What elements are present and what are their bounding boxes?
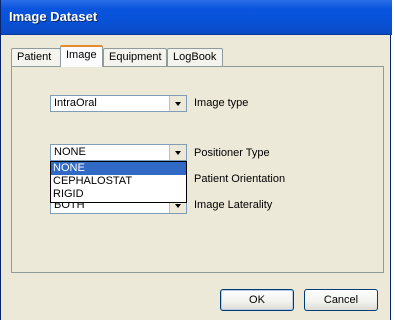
title-bar[interactable]: Image Dataset <box>1 0 392 35</box>
image-type-dropdown-button[interactable] <box>169 96 186 111</box>
positioner-type-dropdown-button[interactable] <box>169 145 186 160</box>
tab-equipment[interactable]: Equipment <box>103 48 167 66</box>
tab-image[interactable]: Image <box>60 45 103 67</box>
patient-orientation-label: Patient Orientation <box>194 173 286 185</box>
tab-patient[interactable]: Patient <box>11 48 61 66</box>
image-laterality-label: Image Laterality <box>194 199 273 211</box>
positioner-type-value: NONE <box>54 146 86 158</box>
ok-button[interactable]: OK <box>220 289 294 311</box>
tab-logbook[interactable]: LogBook <box>167 48 223 66</box>
image-type-label: Image type <box>194 97 249 109</box>
positioner-type-label: Positioner Type <box>194 147 270 159</box>
positioner-type-options: NONE CEPHALOSTAT RIGID <box>50 161 187 203</box>
image-type-select[interactable]: IntraOral <box>50 95 187 112</box>
chevron-down-icon <box>175 150 181 155</box>
option-cephalostat[interactable]: CEPHALOSTAT <box>51 175 186 188</box>
image-dataset-dialog: Image Dataset Patient Image Equipment Lo… <box>0 0 392 320</box>
chevron-down-icon <box>175 101 181 106</box>
window-title: Image Dataset <box>9 9 98 24</box>
chevron-down-icon <box>175 203 181 208</box>
image-type-value: IntraOral <box>54 97 97 109</box>
cancel-button[interactable]: Cancel <box>304 289 378 311</box>
option-rigid[interactable]: RIGID <box>51 188 186 201</box>
option-none[interactable]: NONE <box>51 162 186 175</box>
positioner-type-select[interactable]: NONE <box>50 144 187 161</box>
